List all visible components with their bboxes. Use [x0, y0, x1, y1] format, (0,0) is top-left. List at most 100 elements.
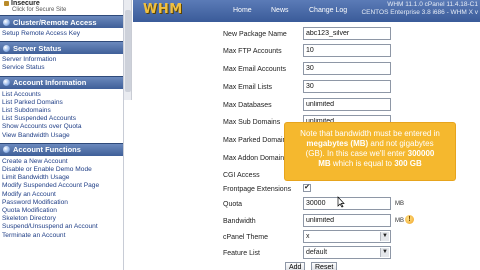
row-max-databases: Max Databases [133, 98, 480, 113]
field-label: New Package Name [223, 31, 287, 38]
link-password-modification[interactable]: Password Modification [2, 199, 123, 207]
link-show-accounts-over-quota[interactable]: Show Accounts over Quota [2, 123, 123, 131]
reset-button[interactable]: Reset [311, 262, 338, 270]
field-label: Quota [223, 201, 243, 208]
field-label: Max Email Accounts [223, 66, 287, 73]
field-label: Max Addon Domains [223, 155, 288, 162]
bandwidth-note-callout: Note that bandwidth must be entered in m… [285, 123, 455, 180]
note-text-b: and not gigabytes [368, 139, 434, 148]
link-skeleton-directory[interactable]: Skeleton Directory [2, 215, 123, 223]
note-text-a: Note that bandwidth must be entered in [300, 129, 440, 138]
note-text-c: (GB). In this case we'll enter [305, 149, 408, 158]
field-label: Max Parked Domains [223, 137, 290, 144]
link-modify-account[interactable]: Modify an Account [2, 191, 123, 199]
field-label: Bandwidth [223, 218, 256, 225]
field-label: CGI Access [223, 172, 260, 179]
scrollbar-thumb[interactable] [125, 10, 131, 92]
row-feature-list: Feature List default ▼ [133, 246, 480, 261]
section-title: Account Information [13, 78, 87, 88]
max-ftp-input[interactable] [303, 44, 391, 57]
sidebar: Insecure Click for Secure Site Cluster/R… [0, 0, 124, 270]
os-text: CENTOS Enterprise 3.8 i686 - WHM X v [361, 9, 478, 16]
nav-news[interactable]: News [271, 7, 289, 14]
bandwidth-input[interactable] [303, 214, 391, 227]
field-label: Max Sub Domains [223, 119, 281, 126]
field-label: Max Email Lists [223, 84, 273, 91]
max-email-lists-input[interactable] [303, 80, 391, 93]
section-list: Server Information Service Status [0, 54, 123, 75]
whm-logo: WHM [143, 2, 183, 17]
link-modify-suspended-page[interactable]: Modify Suspended Account Page [2, 182, 123, 190]
section-account-information[interactable]: Account Information [0, 75, 123, 89]
insecure-label-row: Insecure [4, 0, 123, 7]
section-account-functions[interactable]: Account Functions [0, 142, 123, 156]
link-terminate-account[interactable]: Terminate an Account [2, 232, 123, 240]
link-quota-modification[interactable]: Quota Modification [2, 207, 123, 215]
nav-change-log[interactable]: Change Log [309, 7, 347, 14]
chevron-down-icon: ▼ [380, 232, 389, 241]
selected-value: x [306, 233, 310, 240]
row-actions: Add Reset [133, 262, 480, 270]
globe-icon [3, 79, 10, 87]
row-quota: Quota MB [133, 197, 480, 212]
frontpage-checkbox[interactable]: ✔ [303, 184, 311, 192]
row-cpanel-theme: cPanel Theme x ▼ [133, 230, 480, 245]
row-max-email-accounts: Max Email Accounts [133, 62, 480, 77]
top-header: WHM Home News Change Log WHM 11.1.0 cPan… [133, 0, 480, 22]
row-max-email-lists: Max Email Lists [133, 80, 480, 95]
globe-icon [3, 146, 10, 154]
note-bold-mb: megabytes (MB) [306, 139, 369, 148]
chevron-down-icon: ▼ [380, 248, 389, 257]
nav-home[interactable]: Home [233, 7, 252, 14]
cpanel-theme-select[interactable]: x ▼ [303, 230, 391, 243]
warning-icon: ! [405, 215, 414, 224]
link-suspend-unsuspend[interactable]: Suspend/Unsuspend an Account [2, 223, 123, 231]
package-name-input[interactable] [303, 27, 391, 40]
add-button[interactable]: Add [285, 262, 306, 270]
link-create-new-account[interactable]: Create a New Account [2, 158, 123, 166]
row-package-name: New Package Name [133, 27, 480, 42]
link-list-subdomains[interactable]: List Subdomains [2, 107, 123, 115]
section-title: Server Status [13, 43, 62, 53]
link-view-bandwidth-usage[interactable]: View Bandwidth Usage [2, 132, 123, 140]
note-bold-gb: 300 GB [394, 159, 422, 168]
section-cluster-remote-access[interactable]: Cluster/Remote Access [0, 15, 123, 28]
version-text: WHM 11.1.0 cPanel 11.4.18-C1 [387, 1, 478, 8]
quota-input[interactable] [303, 197, 391, 210]
link-server-information[interactable]: Server Information [2, 56, 123, 64]
security-notice[interactable]: Insecure Click for Secure Site [0, 0, 123, 15]
section-list: List Accounts List Parked Domains List S… [0, 89, 123, 143]
note-bold-value: 300000 [407, 149, 435, 158]
field-label: cPanel Theme [223, 234, 269, 241]
note-text-d: which is equal to [330, 159, 395, 168]
link-list-accounts[interactable]: List Accounts [2, 91, 123, 99]
sidebar-scrollbar[interactable] [124, 0, 132, 100]
section-list: Setup Remote Access Key [0, 28, 123, 41]
selected-value: default [306, 249, 328, 256]
bandwidth-unit: MB [395, 218, 404, 224]
section-server-status[interactable]: Server Status [0, 41, 123, 55]
section-title: Account Functions [13, 145, 81, 155]
insecure-label: Insecure [11, 0, 40, 7]
link-setup-remote-access-key[interactable]: Setup Remote Access Key [2, 30, 123, 38]
row-max-ftp: Max FTP Accounts [133, 44, 480, 59]
max-email-accounts-input[interactable] [303, 62, 391, 75]
feature-list-select[interactable]: default ▼ [303, 246, 391, 259]
section-list: Create a New Account Disable or Enable D… [0, 156, 123, 243]
link-list-suspended-accounts[interactable]: List Suspended Accounts [2, 115, 123, 123]
max-databases-input[interactable] [303, 98, 391, 111]
row-bandwidth: Bandwidth MB ! [133, 214, 480, 229]
globe-icon [3, 18, 10, 26]
field-label: Max Databases [223, 102, 272, 109]
globe-icon [3, 44, 10, 52]
quota-unit: MB [395, 201, 404, 207]
link-service-status[interactable]: Service Status [2, 64, 123, 72]
text-cursor-icon [337, 196, 345, 208]
link-limit-bandwidth[interactable]: Limit Bandwidth Usage [2, 174, 123, 182]
row-frontpage: Frontpage Extensions ✔ [133, 182, 480, 197]
link-demo-mode[interactable]: Disable or Enable Demo Mode [2, 166, 123, 174]
field-label: Feature List [223, 250, 260, 257]
link-list-parked-domains[interactable]: List Parked Domains [2, 99, 123, 107]
secure-site-link[interactable]: Click for Secure Site [4, 7, 123, 14]
field-label: Frontpage Extensions [223, 186, 292, 193]
